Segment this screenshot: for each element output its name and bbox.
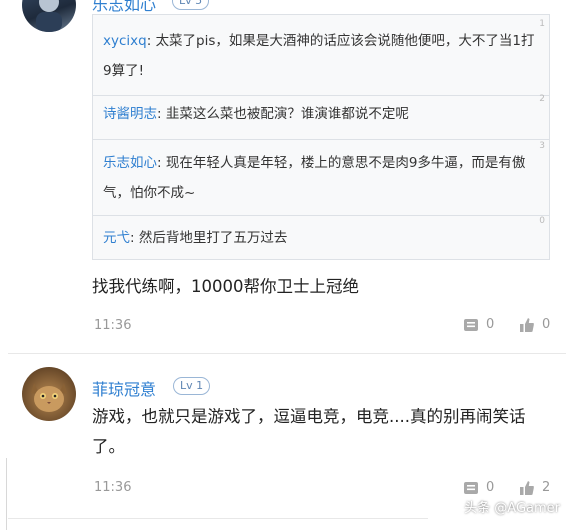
comment-divider (8, 353, 566, 354)
reply-count: 0 (486, 317, 495, 332)
reply-text: 韭菜这么菜也被配演？谁演谁都说不定呢 (165, 106, 409, 122)
reply-item[interactable]: xycixq: 太菜了pis，如果是大酒神的话应该会说随他便吧，大不了当1打9算… (93, 19, 549, 86)
avatar[interactable] (22, 367, 76, 421)
bottom-divider (8, 518, 428, 519)
thumbs-up-icon (520, 317, 534, 332)
reply-count-button[interactable]: 0 (464, 480, 494, 495)
reply-colon: : (157, 155, 166, 171)
reply-item[interactable]: 乐志如心: 现在年轻人真是年轻，楼上的意思不是肉9多牛逼，而是有傲气，怕你不成~… (93, 141, 549, 208)
reply-text: 现在年轻人真是年轻，楼上的意思不是肉9多牛逼，而是有傲气，怕你不成~ (103, 155, 526, 201)
reply-colon: : (130, 230, 139, 246)
like-button[interactable]: 2 (520, 480, 550, 495)
comment-username[interactable]: 乐志如心 (92, 0, 156, 15)
thumbs-up-icon (520, 480, 534, 495)
reply-item[interactable]: 诗酱明志: 韭菜这么菜也被配演？谁演谁都说不定呢 2 (93, 94, 549, 129)
reply-author[interactable]: 乐志如心 (103, 155, 157, 171)
comment-username[interactable]: 菲琼冠意 (92, 376, 156, 400)
comment-time: 11:36 (94, 318, 132, 333)
level-badge: Lv 5 (172, 0, 210, 10)
avatar[interactable] (22, 0, 76, 32)
reply-count: 0 (486, 480, 495, 495)
like-count: 2 (542, 480, 551, 495)
reply-colon: : (157, 106, 166, 122)
reply-thread: xycixq: 太菜了pis，如果是大酒神的话应该会说随他便吧，大不了当1打9算… (92, 14, 550, 260)
cat-avatar-icon (31, 383, 67, 412)
reply-divider (93, 215, 549, 216)
reply-floor-number: 0 (539, 216, 545, 226)
reply-author[interactable]: xycixq (103, 33, 147, 49)
avatar-image-icon (36, 0, 62, 32)
reply-floor-number: 2 (539, 94, 545, 104)
reply-floor-number: 3 (539, 141, 545, 151)
reply-floor-number: 1 (539, 19, 545, 29)
watermark: 头条 @AGamer (464, 501, 560, 516)
comment-time: 11:36 (94, 480, 132, 495)
like-count: 0 (542, 317, 551, 332)
comment-text: 游戏，也就只是游戏了，逗逼电竞，电竞....真的别再闹笑话了。 (92, 407, 526, 456)
reply-text: 太菜了pis，如果是大酒神的话应该会说随他便吧，大不了当1打9算了! (103, 33, 535, 79)
comment-text: 找我代练啊，10000帮你卫士上冠绝 (92, 277, 359, 296)
left-edge-line (6, 458, 7, 530)
like-button[interactable]: 0 (520, 317, 550, 332)
reply-author[interactable]: 诗酱明志 (103, 106, 157, 122)
comment-icon (464, 481, 478, 494)
reply-author[interactable]: 元弋 (103, 230, 130, 246)
reply-colon: : (146, 33, 156, 49)
comment-icon (464, 318, 478, 331)
reply-count-button[interactable]: 0 (464, 317, 494, 332)
reply-divider (93, 95, 549, 96)
level-badge: Lv 1 (173, 377, 211, 395)
reply-text: 然后背地里打了五万过去 (138, 230, 288, 246)
reply-item[interactable]: 元弋: 然后背地里打了五万过去 0 (93, 216, 549, 253)
reply-divider (93, 139, 549, 140)
